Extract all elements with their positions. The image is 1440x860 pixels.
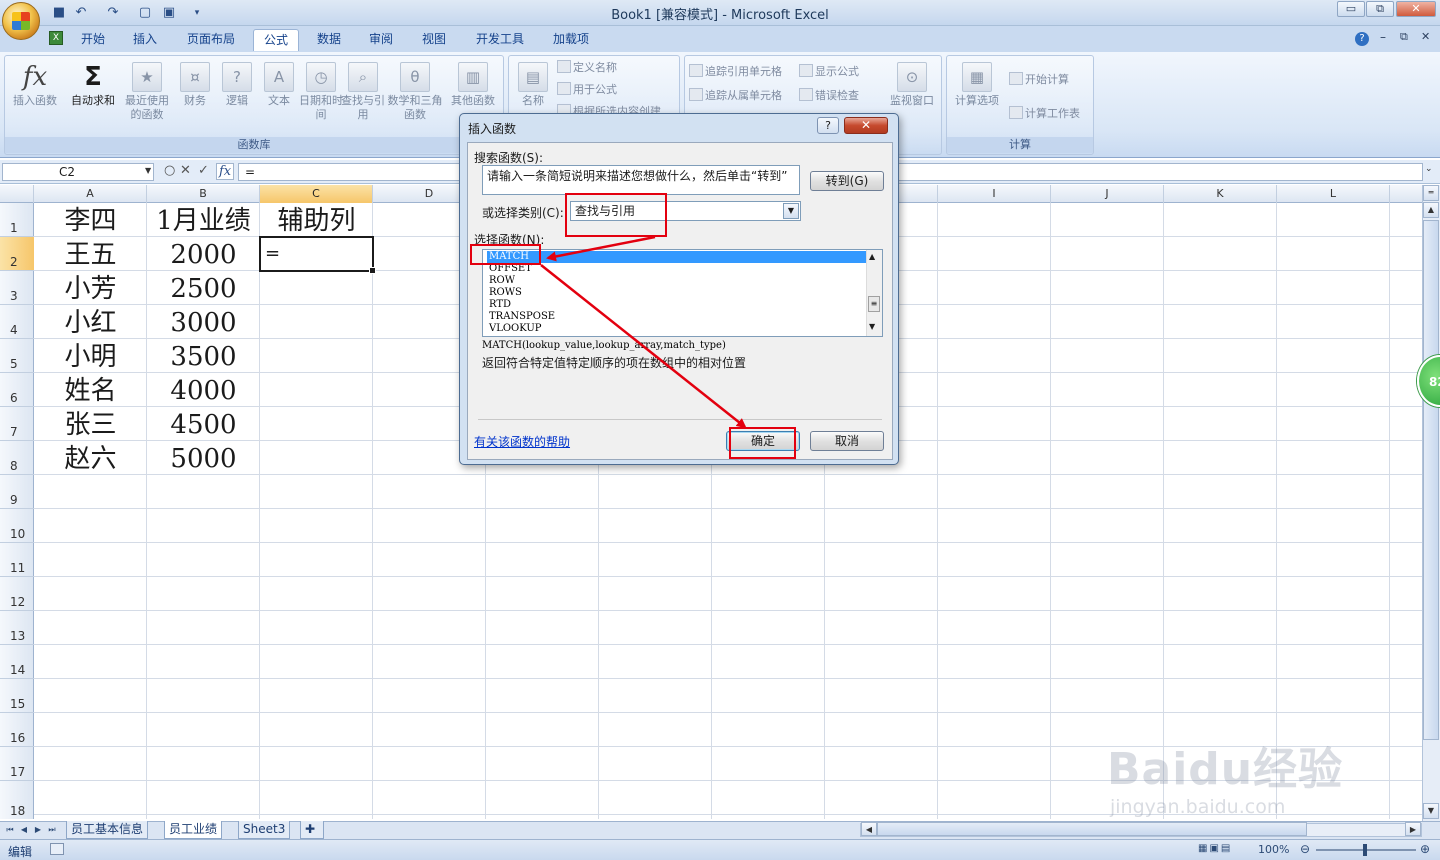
annotation-arrow-to-match bbox=[546, 235, 656, 262]
watermark-url: jingyan.baidu.com bbox=[1110, 796, 1286, 818]
watermark-logo: Baidu经验 bbox=[1107, 744, 1344, 795]
annotation-arrow-to-ok bbox=[540, 264, 747, 429]
office-logo-icon bbox=[12, 12, 30, 30]
office-button[interactable] bbox=[2, 2, 40, 40]
annotation-arrows bbox=[540, 235, 747, 429]
